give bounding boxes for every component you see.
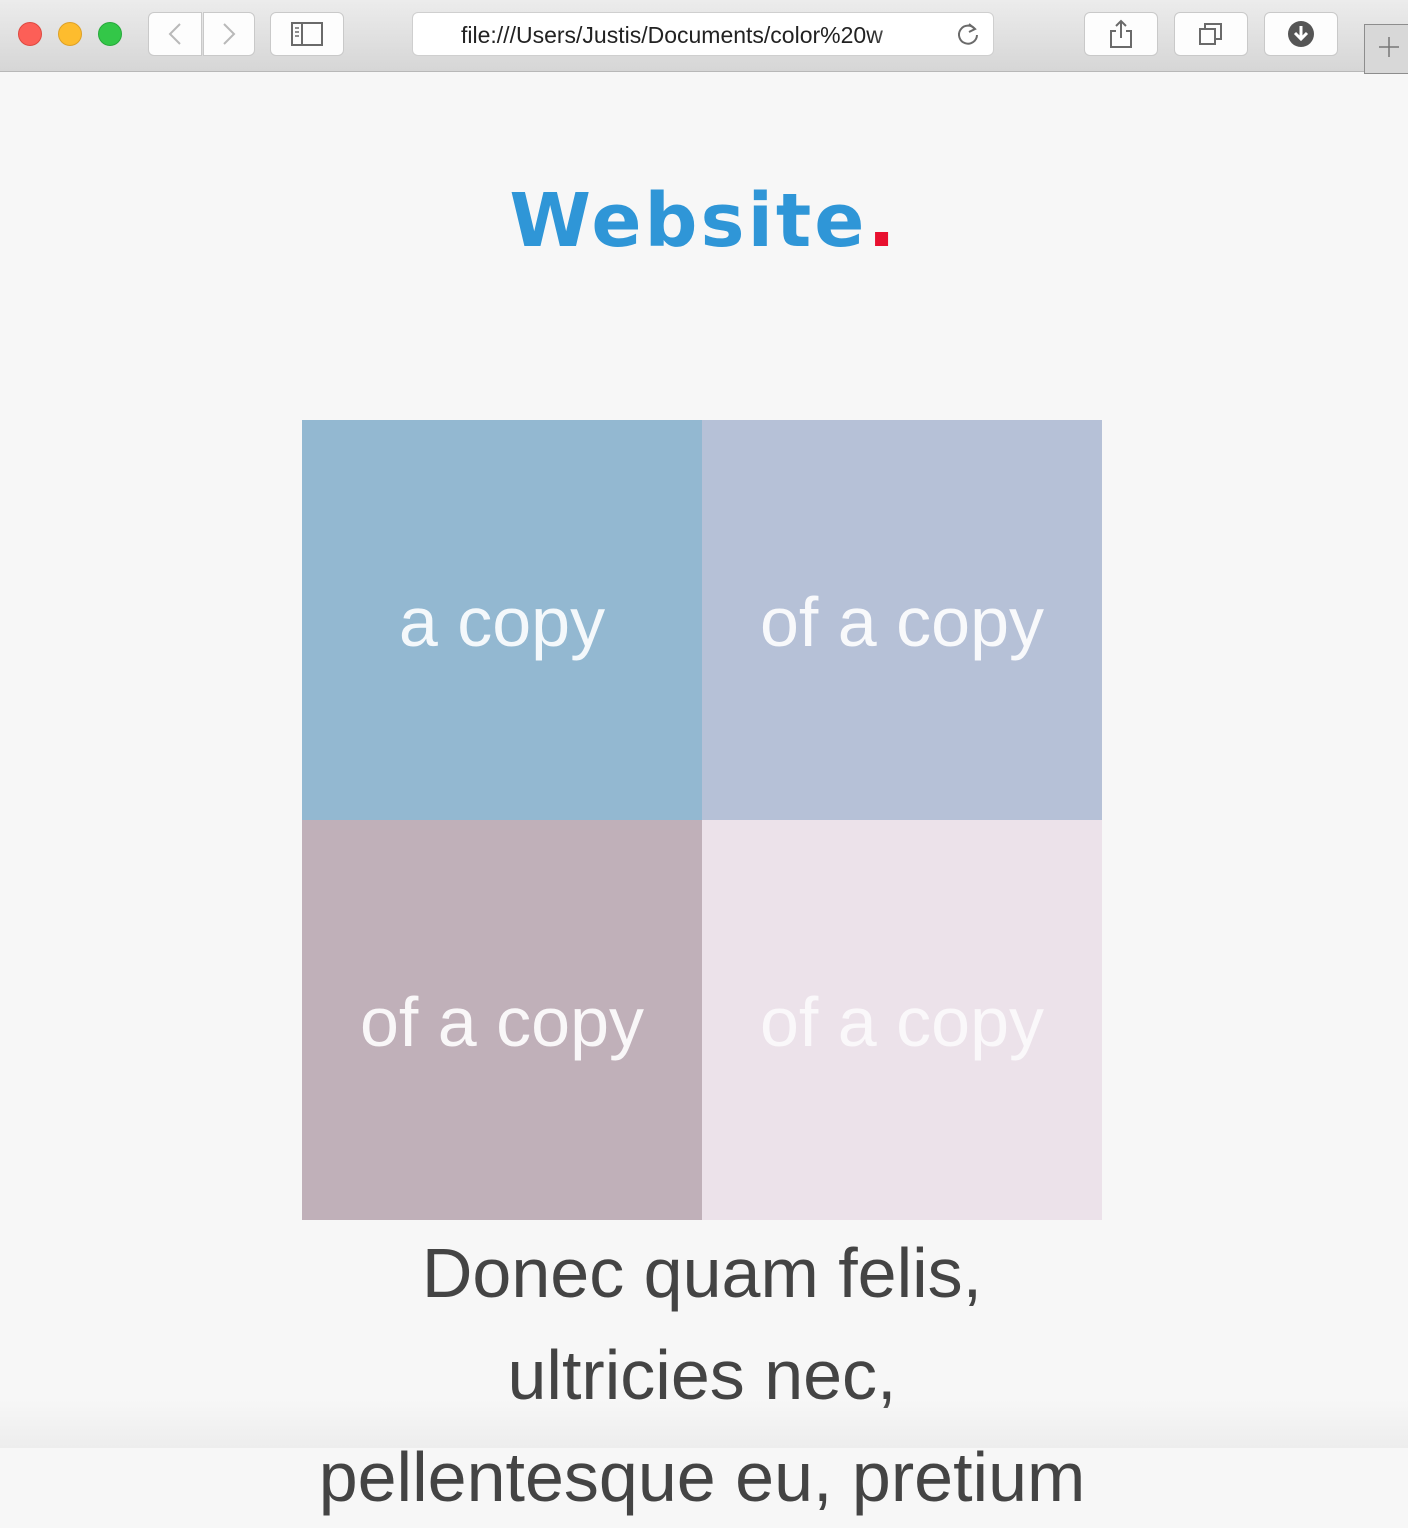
color-grid: a copy of a copy of a copy of a copy [302, 420, 1102, 1220]
sidebar-icon [291, 22, 323, 46]
tile-label: of a copy [759, 583, 1045, 661]
close-window-button[interactable] [18, 22, 42, 46]
download-icon [1287, 20, 1315, 48]
tabs-icon [1198, 21, 1224, 47]
back-button[interactable] [148, 12, 202, 56]
page-title-dot: . [867, 178, 899, 264]
page-title: Website. [0, 178, 1408, 264]
color-tile: of a copy [702, 820, 1102, 1220]
chevron-right-icon [222, 22, 236, 46]
address-bar[interactable]: file:///Users/Justis/Documents/color%20w [412, 12, 994, 56]
forward-button[interactable] [203, 12, 255, 56]
tile-label: of a copy [359, 983, 645, 1061]
chevron-left-icon [168, 22, 182, 46]
zoom-window-button[interactable] [98, 22, 122, 46]
minimize-window-button[interactable] [58, 22, 82, 46]
share-icon [1108, 19, 1134, 49]
show-tabs-button[interactable] [1174, 12, 1248, 56]
page-title-text: Website [509, 178, 868, 264]
browser-toolbar: file:///Users/Justis/Documents/color%20w [0, 0, 1408, 74]
share-button[interactable] [1084, 12, 1158, 56]
url-text[interactable]: file:///Users/Justis/Documents/color%20w [461, 22, 941, 49]
reload-icon[interactable] [955, 21, 981, 52]
downloads-button[interactable] [1264, 12, 1338, 56]
tile-label: of a copy [759, 983, 1045, 1061]
plus-icon [1377, 35, 1401, 64]
color-tile: of a copy [702, 420, 1102, 820]
color-tile: of a copy [302, 820, 702, 1220]
body-paragraph: Donec quam felis, ultricies nec, pellent… [318, 1234, 1086, 1516]
color-tile: a copy [302, 420, 702, 820]
sidebar-button[interactable] [270, 12, 344, 56]
tile-label: a copy [398, 583, 606, 661]
new-tab-button[interactable] [1364, 24, 1408, 74]
